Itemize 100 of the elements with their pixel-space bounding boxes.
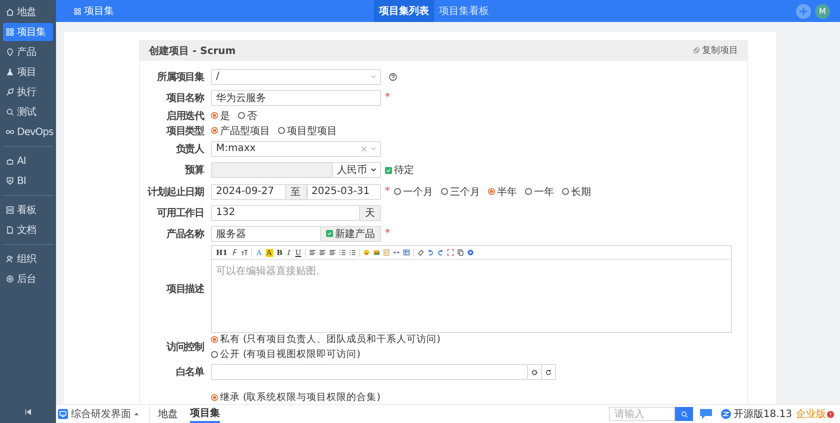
redo-icon[interactable] <box>437 249 444 256</box>
sidebar-item[interactable]: 执行 <box>3 83 53 101</box>
start-date-field[interactable]: 2024-09-27 <box>211 184 286 200</box>
sidebar-item[interactable]: 测试 <box>3 103 53 121</box>
radio-option[interactable]: 长期 <box>562 184 591 198</box>
field-label: 产品名称 <box>166 228 204 240</box>
sidebar-item[interactable]: 组织 <box>3 250 53 268</box>
search-button[interactable] <box>675 407 694 421</box>
sidebar-item[interactable]: 地盘 <box>3 3 53 21</box>
version-icon <box>721 409 732 419</box>
version-link[interactable]: 开源版18.13 <box>721 407 792 421</box>
fullscreen-icon[interactable] <box>447 249 454 256</box>
field-label: 负责人 <box>176 144 204 154</box>
home-icon <box>6 8 14 16</box>
radio-option[interactable]: 一个月 <box>394 184 433 198</box>
required-mark: * <box>385 186 390 197</box>
tbd-checkbox[interactable]: 待定 <box>385 163 414 177</box>
breadcrumb[interactable]: 项目集 <box>74 4 114 18</box>
gear-icon <box>6 275 14 283</box>
radio-option[interactable]: 私有 (只有项目负责人、团队成员和干系人可访问) <box>211 333 440 346</box>
sidebar-item[interactable]: 看板 <box>3 201 53 219</box>
radio-option[interactable]: 否 <box>238 108 257 122</box>
product-name-field[interactable]: 服务器 <box>211 226 321 242</box>
radio-option[interactable]: 三个月 <box>441 184 480 198</box>
alert-icon <box>827 410 834 418</box>
radio-option[interactable]: 产品型项目 <box>211 124 270 138</box>
sidebar-item[interactable]: 后台 <box>3 270 53 288</box>
sidebar-item[interactable]: AI <box>3 152 53 170</box>
undo-icon[interactable] <box>427 249 434 256</box>
app-switcher[interactable]: 综合研发界面 <box>58 407 149 421</box>
radio-option[interactable]: 一年 <box>525 184 554 198</box>
refresh-icon <box>545 368 552 376</box>
font-icon[interactable] <box>231 249 238 256</box>
infinity-icon <box>6 128 14 136</box>
required-mark: * <box>385 228 390 239</box>
refresh-button[interactable] <box>542 364 556 380</box>
image-icon[interactable] <box>373 249 380 256</box>
sidebar-item[interactable]: 项目集 <box>3 23 53 41</box>
caret-icon <box>371 146 376 150</box>
radio-option[interactable]: 是 <box>211 108 230 122</box>
end-date-field[interactable]: 2025-03-31 <box>306 184 381 200</box>
workdays-field[interactable]: 132 <box>211 204 360 220</box>
caret-icon <box>134 412 139 416</box>
radio-option[interactable]: 继承 (取系统权限与项目权限的合集) <box>211 390 380 404</box>
copy-icon <box>693 47 700 54</box>
field-label: 计划起止日期 <box>148 186 204 198</box>
sidebar-item[interactable]: 项目 <box>3 63 53 81</box>
editor-placeholder: 可以在编辑器直接贴图。 <box>216 266 326 277</box>
select-field[interactable]: / <box>211 68 381 84</box>
field-label: 启用迭代 <box>166 110 204 122</box>
field-label: 所属项目集 <box>156 72 204 82</box>
app-tab[interactable]: 项目集 <box>190 405 220 423</box>
field-label: 预算 <box>185 165 204 176</box>
collapse-icon[interactable] <box>24 409 32 415</box>
new-product-checkbox[interactable]: 新建产品 <box>321 226 381 242</box>
eraser-icon[interactable] <box>417 249 424 256</box>
sidebar-item[interactable]: 产品 <box>3 43 53 61</box>
smile-icon[interactable] <box>363 249 370 256</box>
bullet-list-icon[interactable] <box>349 249 356 256</box>
text-size-icon[interactable] <box>241 249 248 256</box>
sidebar-item[interactable]: 文档 <box>3 221 53 239</box>
board-icon <box>6 206 14 214</box>
table-icon[interactable] <box>403 249 410 256</box>
chart-icon <box>6 177 14 185</box>
align-right-icon[interactable] <box>329 249 336 256</box>
chat-icon[interactable] <box>699 408 714 420</box>
caret-icon <box>371 168 376 172</box>
radio-option[interactable]: 公开 (有项目视图权限即可访问) <box>211 348 440 361</box>
grid-icon <box>6 28 14 36</box>
search-icon <box>680 410 688 418</box>
people-icon <box>6 255 14 263</box>
settings-button[interactable] <box>528 364 542 380</box>
sidebar-item[interactable]: BI <box>3 172 53 190</box>
document-icon <box>6 226 14 234</box>
range-separator: 至 <box>286 184 306 200</box>
project-name-field[interactable]: 华为云服务 <box>211 90 381 106</box>
panel-title: 创建项目 - Scrum <box>149 44 236 58</box>
nav-tab[interactable]: 项目集列表 <box>374 0 434 22</box>
radio-option[interactable]: 项目型项目 <box>278 124 337 138</box>
currency-select[interactable]: 人民币 <box>333 162 381 178</box>
app-tab[interactable]: 地盘 <box>158 405 178 423</box>
required-mark: * <box>385 92 390 103</box>
caret-icon <box>371 74 376 78</box>
numbered-list-icon[interactable] <box>339 249 346 256</box>
check-icon <box>386 168 391 172</box>
check-icon <box>327 231 332 236</box>
field-label: 项目类型 <box>166 126 204 136</box>
copy-icon[interactable] <box>457 249 464 256</box>
flask-icon <box>6 68 14 76</box>
align-center-icon[interactable] <box>319 249 326 256</box>
field-label: 访问控制 <box>166 342 204 353</box>
search-icon <box>6 108 14 116</box>
radio-option[interactable]: 半年 <box>488 184 517 198</box>
field-label: 项目名称 <box>166 92 204 104</box>
owner-select[interactable]: M:maxx <box>211 140 381 156</box>
sidebar-item[interactable]: DevOps <box>3 123 53 141</box>
copy-project-link[interactable]: 复制项目 <box>693 44 738 57</box>
align-left-icon[interactable] <box>309 249 316 256</box>
gear-icon <box>531 368 538 376</box>
whitelist-field[interactable] <box>211 364 528 380</box>
